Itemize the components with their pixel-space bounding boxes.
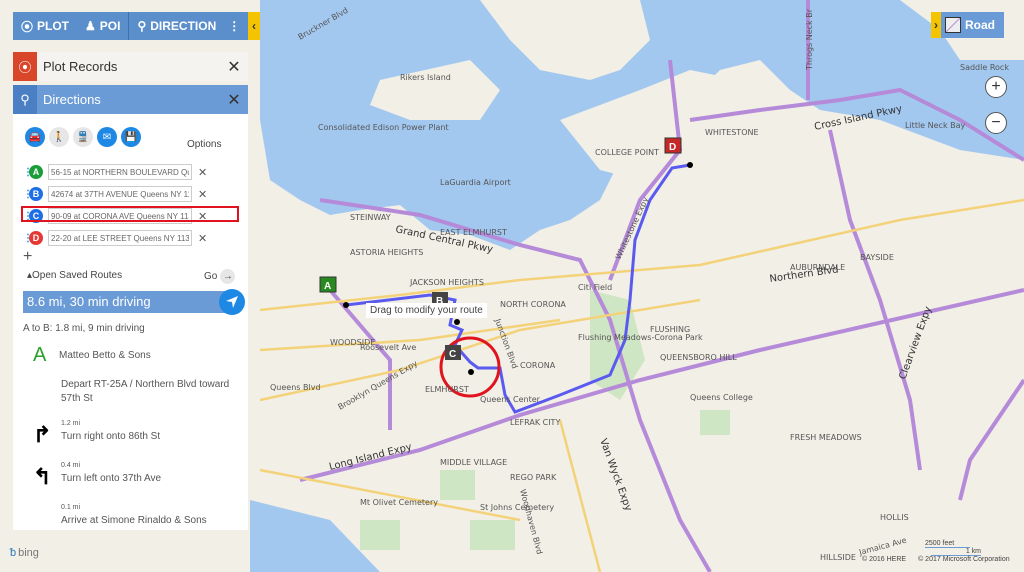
arrow-right-icon: → bbox=[220, 269, 236, 284]
svg-text:COLLEGE POINT: COLLEGE POINT bbox=[595, 148, 659, 157]
svg-text:Rikers Island: Rikers Island bbox=[400, 73, 451, 82]
waypoint-d: ⋮ D ✕ bbox=[23, 229, 243, 247]
pin-icon: ⦿ bbox=[13, 52, 37, 81]
add-waypoint-button[interactable]: + bbox=[23, 248, 32, 266]
svg-text:JACKSON HEIGHTS: JACKSON HEIGHTS bbox=[409, 278, 484, 287]
more-menu-button[interactable]: ⋮ bbox=[224, 12, 244, 40]
directions-panel: 🚘 🚶 🚆 ✉ 💾 Options ⋮ A ✕ ⋮ B ✕ ⋮ C ✕ ⋮ D … bbox=[13, 114, 248, 530]
directions-header[interactable]: ⚲ Directions ✕ bbox=[13, 85, 248, 114]
waypoint-b: ⋮ B ✕ bbox=[23, 185, 243, 203]
email-icon[interactable]: ✉ bbox=[97, 127, 117, 147]
map-style-button[interactable]: › Road bbox=[931, 12, 1004, 38]
svg-text:Queens Center: Queens Center bbox=[480, 395, 541, 404]
options-link[interactable]: Options bbox=[187, 139, 221, 150]
svg-text:St Johns Cemetery: St Johns Cemetery bbox=[480, 503, 554, 512]
walk-icon[interactable]: 🚶 bbox=[49, 127, 69, 147]
chevron-right-icon: › bbox=[931, 12, 941, 38]
svg-text:HOLLIS: HOLLIS bbox=[880, 513, 909, 522]
svg-text:ASTORIA HEIGHTS: ASTORIA HEIGHTS bbox=[350, 248, 423, 257]
open-saved-routes-link[interactable]: ▴Open Saved Routes bbox=[27, 270, 122, 281]
svg-text:STEINWAY: STEINWAY bbox=[350, 213, 391, 222]
main-toolbar: ⦿ PLOT ♟ POI ⚲ DIRECTION ⋮ bbox=[13, 12, 248, 40]
svg-text:NORTH CORONA: NORTH CORONA bbox=[500, 300, 566, 309]
close-icon[interactable]: ✕ bbox=[220, 90, 248, 110]
svg-text:WHITESTONE: WHITESTONE bbox=[705, 128, 759, 137]
scale-bar: 2500 feet 1 km bbox=[925, 540, 981, 556]
svg-text:REGO PARK: REGO PARK bbox=[510, 473, 557, 482]
zoom-out-button[interactable]: − bbox=[985, 112, 1007, 134]
svg-text:Mt Olivet Cemetery: Mt Olivet Cemetery bbox=[360, 498, 438, 507]
close-icon[interactable]: ✕ bbox=[220, 57, 248, 77]
svg-text:Throgs Neck Br: Throgs Neck Br bbox=[805, 8, 814, 71]
go-button[interactable]: Go → bbox=[204, 269, 236, 284]
navigate-button[interactable] bbox=[219, 289, 245, 315]
svg-text:HILLSIDE: HILLSIDE bbox=[820, 553, 856, 562]
poi-button[interactable]: ♟ POI bbox=[77, 12, 128, 40]
waypoint-d-input[interactable] bbox=[48, 230, 192, 246]
svg-text:QUEENSBORO HILL: QUEENSBORO HILL bbox=[660, 353, 737, 362]
turn-right-icon: ↱ bbox=[33, 422, 52, 447]
svg-text:Queens College: Queens College bbox=[690, 393, 753, 402]
svg-text:Saddle Rock: Saddle Rock bbox=[960, 63, 1009, 72]
waypoint-a: ⋮ A ✕ bbox=[23, 163, 243, 181]
map-copyright: © 2016 HERE © 2017 Microsoft Corporation bbox=[862, 556, 1010, 563]
svg-text:CORONA: CORONA bbox=[520, 361, 556, 370]
route-icon: ⚲ bbox=[137, 19, 147, 33]
svg-text:Consolidated Edison Power Plan: Consolidated Edison Power Plant bbox=[318, 123, 449, 132]
svg-text:Flushing Meadows-Corona Park: Flushing Meadows-Corona Park bbox=[578, 333, 703, 342]
route-icon: ⚲ bbox=[13, 85, 37, 114]
collapse-panel-button[interactable]: ‹ bbox=[248, 12, 260, 40]
svg-text:LaGuardia Airport: LaGuardia Airport bbox=[440, 178, 511, 187]
highlight-box bbox=[21, 206, 239, 222]
travel-modes: 🚘 🚶 🚆 ✉ 💾 bbox=[25, 127, 141, 147]
svg-text:LEFRAK CITY: LEFRAK CITY bbox=[510, 418, 560, 427]
plot-records-header[interactable]: ⦿ Plot Records ✕ bbox=[13, 52, 248, 81]
plot-button[interactable]: ⦿ PLOT bbox=[13, 12, 77, 40]
svg-text:ELMHURST: ELMHURST bbox=[425, 385, 469, 394]
svg-text:A: A bbox=[324, 281, 331, 292]
person-pin-icon: ♟ bbox=[85, 19, 96, 33]
pin-icon: ⦿ bbox=[21, 19, 34, 34]
svg-text:C: C bbox=[449, 349, 456, 360]
remove-waypoint-icon[interactable]: ✕ bbox=[198, 188, 207, 201]
svg-text:Roosevelt Ave: Roosevelt Ave bbox=[360, 343, 416, 352]
navigation-arrow-icon bbox=[226, 296, 238, 308]
waypoint-a-input[interactable] bbox=[48, 164, 192, 180]
svg-text:BAYSIDE: BAYSIDE bbox=[860, 253, 894, 262]
transit-icon[interactable]: 🚆 bbox=[73, 127, 93, 147]
car-icon[interactable]: 🚘 bbox=[25, 127, 45, 147]
step-depart: Depart RT-25A / Northern Blvd toward 57t… bbox=[61, 379, 230, 404]
svg-text:Queens Blvd: Queens Blvd bbox=[270, 383, 321, 392]
route-tooltip: Drag to modify your route bbox=[366, 303, 487, 318]
svg-text:D: D bbox=[669, 142, 676, 153]
route-summary: 8.6 mi, 30 min driving bbox=[23, 291, 238, 313]
svg-text:FRESH MEADOWS: FRESH MEADOWS bbox=[790, 433, 862, 442]
zoom-in-button[interactable]: + bbox=[985, 76, 1007, 98]
turn-left-icon: ↰ bbox=[33, 464, 52, 489]
direction-button[interactable]: ⚲ DIRECTION bbox=[128, 12, 224, 40]
save-icon[interactable]: 💾 bbox=[121, 127, 141, 147]
road-map-thumbnail-icon bbox=[945, 17, 961, 33]
leg-summary: A to B: 1.8 mi, 9 min driving bbox=[23, 323, 145, 334]
remove-waypoint-icon[interactable]: ✕ bbox=[198, 232, 207, 245]
bing-logo: ᵬ bing bbox=[10, 547, 39, 559]
waypoint-b-input[interactable] bbox=[48, 186, 192, 202]
svg-text:MIDDLE VILLAGE: MIDDLE VILLAGE bbox=[440, 458, 507, 467]
svg-text:Citi Field: Citi Field bbox=[578, 283, 612, 292]
remove-waypoint-icon[interactable]: ✕ bbox=[198, 166, 207, 179]
svg-text:Little Neck Bay: Little Neck Bay bbox=[905, 121, 966, 130]
